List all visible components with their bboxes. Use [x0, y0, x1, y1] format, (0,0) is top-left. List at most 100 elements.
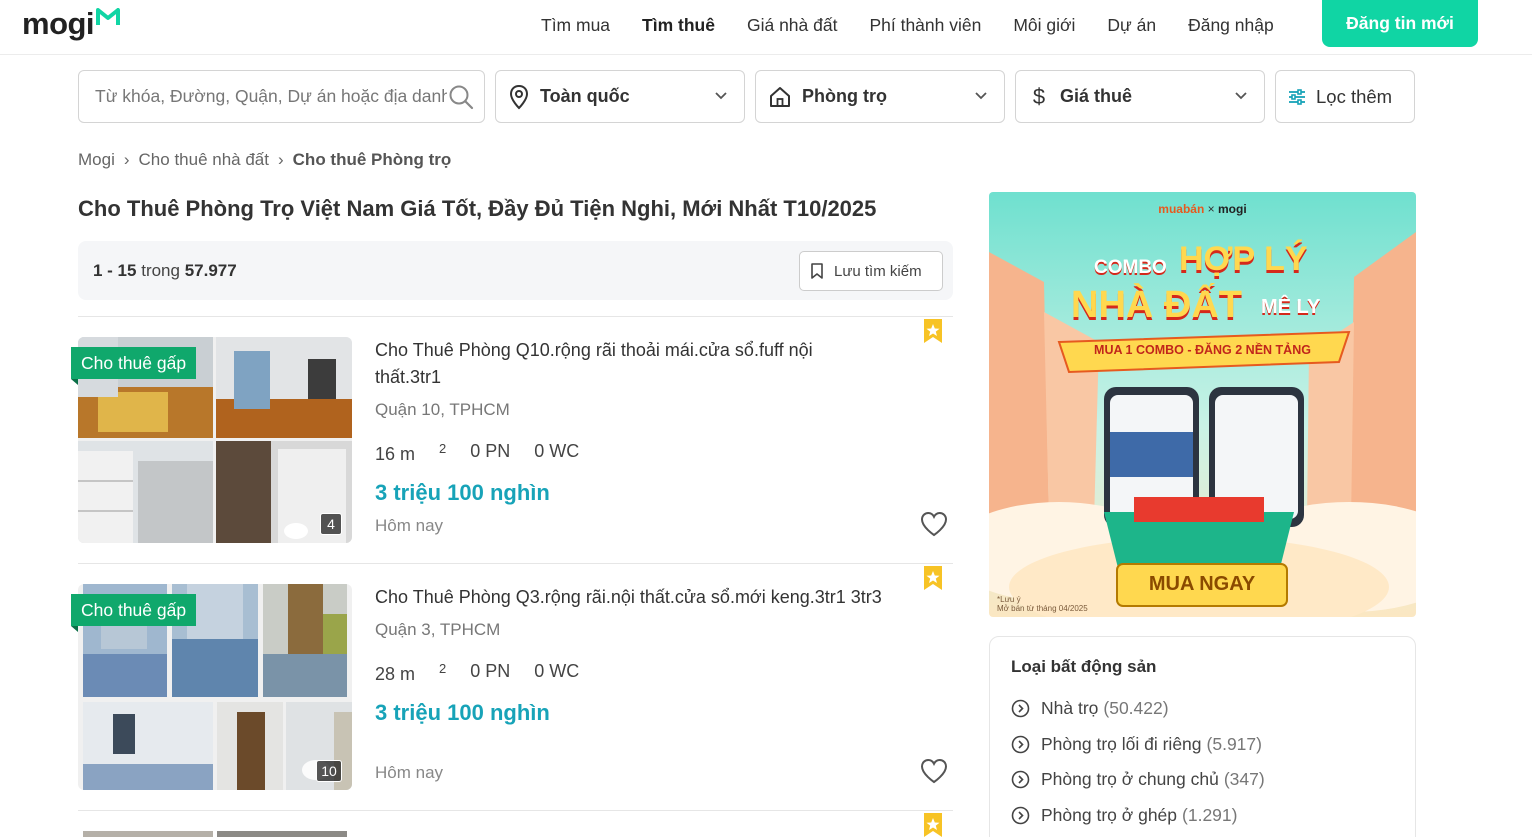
room-photo: [217, 831, 347, 837]
listing-area: 16 m2: [375, 441, 447, 464]
map-pin-icon: [509, 84, 529, 109]
house-icon: [770, 86, 790, 107]
room-photo: [83, 702, 213, 790]
divider: [78, 563, 953, 564]
sliders-icon: [1289, 88, 1305, 105]
circle-chevron-icon: [1011, 735, 1030, 754]
room-photo: [216, 337, 352, 438]
nav-dang-nhap[interactable]: Đăng nhập: [1188, 15, 1274, 36]
listing-date: Hôm nay: [375, 763, 444, 782]
property-type-item[interactable]: Phòng trọ ở chung chủ (347): [1011, 762, 1394, 798]
listing-title[interactable]: Cho Thuê Phòng Q10.rộng rãi thoải mái.cử…: [375, 337, 855, 391]
listing-specs: 28 m2 0 PN 0 WC: [375, 661, 603, 685]
circle-chevron-icon: [1011, 806, 1030, 825]
promo-nha-dat: NHÀ ĐẤT: [1071, 284, 1242, 326]
listing-card[interactable]: [78, 831, 953, 837]
promo-banner[interactable]: muabán × mogi COMBO HỢP LÝ NHÀ ĐẤT MÊ LY…: [989, 192, 1416, 617]
result-count: 1 - 15 trong 57.977: [93, 261, 237, 280]
room-photo: [78, 441, 213, 543]
property-type-item[interactable]: Phòng trọ ở ghép (1.291): [1011, 798, 1394, 834]
vip-star-icon: [924, 566, 942, 590]
price-filter-label: Giá thuê: [1060, 86, 1133, 106]
breadcrumb-cho-thue[interactable]: Cho thuê nhà đất: [139, 150, 269, 170]
post-listing-button[interactable]: Đăng tin mới: [1322, 0, 1478, 47]
property-type-panel: Loại bất động sản Nhà trọ (50.422) Phòng …: [989, 636, 1416, 837]
promo-buy-now-button[interactable]: MUA NGAY: [1117, 573, 1287, 596]
circle-chevron-icon: [1011, 699, 1030, 718]
chevron-right-icon: ›: [277, 150, 284, 169]
more-filters-label: Lọc thêm: [1316, 85, 1393, 107]
listing-area: 28 m2: [375, 661, 447, 684]
promo-note: *Lưu ý Mở bán từ tháng 04/2025: [997, 595, 1088, 613]
vip-star-icon: [924, 319, 942, 343]
chevron-down-icon: [975, 92, 987, 100]
divider: [78, 316, 953, 317]
property-type-item[interactable]: Nhà trọ (50.422): [1011, 691, 1394, 727]
listing-title[interactable]: Cho Thuê Phòng Q3.rộng rãi.nội thất.cửa …: [375, 584, 935, 611]
room-photo: [83, 831, 213, 837]
more-filters-button[interactable]: Lọc thêm: [1275, 70, 1415, 123]
nav-tim-thue[interactable]: Tìm thuê: [642, 15, 715, 36]
nav-moi-gioi[interactable]: Môi giới: [1013, 15, 1075, 36]
logo-mark-icon: [96, 8, 121, 25]
chevron-down-icon: [1235, 92, 1247, 100]
urgent-badge: Cho thuê gấp: [71, 347, 197, 385]
listing-location: Quận 10, TPHCM: [375, 400, 510, 419]
main-nav: Tìm mua Tìm thuê Giá nhà đất Phí thành v…: [541, 0, 1306, 50]
breadcrumb-current: Cho thuê Phòng trọ: [292, 150, 452, 169]
dollar-icon: $: [1032, 83, 1046, 109]
promo-me-ly: MÊ LY: [1261, 296, 1321, 318]
heart-icon[interactable]: [920, 758, 948, 784]
price-filter[interactable]: $ Giá thuê: [1015, 70, 1265, 123]
bookmark-icon: [811, 263, 823, 279]
promo-hop-ly: HỢP LÝ: [1179, 240, 1308, 278]
listing-card[interactable]: 4 Cho thuê gấp Cho Thuê Phòng Q10.rộng r…: [71, 319, 953, 547]
urgent-badge: Cho thuê gấp: [71, 594, 197, 632]
photo-count: 10: [316, 760, 342, 782]
listing-bathrooms: 0 WC: [534, 441, 580, 461]
search-input[interactable]: [95, 86, 447, 107]
photo-count: 4: [320, 513, 342, 535]
location-filter-label: Toàn quốc: [540, 86, 630, 106]
nav-tim-mua[interactable]: Tìm mua: [541, 15, 610, 36]
search-box: [78, 70, 485, 123]
location-filter[interactable]: Toàn quốc: [495, 70, 745, 123]
room-photo: [263, 584, 347, 697]
listing-price: 3 triệu 100 nghìn: [375, 700, 550, 725]
promo-brands: muabán × mogi: [1158, 202, 1247, 216]
listing-date: Hôm nay: [375, 516, 444, 535]
nav-du-an[interactable]: Dự án: [1107, 15, 1156, 36]
page-title: Cho Thuê Phòng Trọ Việt Nam Giá Tốt, Đầy…: [78, 196, 877, 221]
listing-location: Quận 3, TPHCM: [375, 620, 501, 639]
nav-gia-nha-dat[interactable]: Giá nhà đất: [747, 15, 837, 36]
search-icon[interactable]: [448, 84, 474, 110]
property-type-filter[interactable]: Phòng trọ: [755, 70, 1005, 123]
listing-specs: 16 m2 0 PN 0 WC: [375, 441, 603, 465]
breadcrumb: Mogi › Cho thuê nhà đất › Cho thuê Phòng…: [78, 150, 451, 170]
listing-bedrooms: 0 PN: [470, 441, 511, 461]
vip-star-icon: [924, 813, 942, 837]
room-photo: [217, 702, 283, 790]
property-type-filter-label: Phòng trọ: [802, 86, 887, 106]
save-search-button[interactable]: Lưu tìm kiếm: [799, 251, 943, 291]
result-bar: 1 - 15 trong 57.977 Lưu tìm kiếm: [78, 241, 953, 300]
nav-phi-thanh-vien[interactable]: Phí thành viên: [869, 15, 981, 36]
logo-text: mogi: [22, 6, 95, 41]
listing-price: 3 triệu 100 nghìn: [375, 480, 550, 505]
chevron-right-icon: ›: [123, 150, 130, 169]
site-header: mogi Tìm mua Tìm thuê Giá nhà đất Phí th…: [0, 0, 1532, 55]
save-search-label: Lưu tìm kiếm: [834, 262, 922, 280]
circle-chevron-icon: [1011, 770, 1030, 789]
heart-icon[interactable]: [920, 511, 948, 537]
listing-card[interactable]: 10 Cho thuê gấp Cho Thuê Phòng Q3.rộng r…: [71, 566, 953, 794]
mogi-logo[interactable]: mogi: [22, 6, 121, 46]
property-type-item[interactable]: Phòng trọ lối đi riêng (5.917): [1011, 727, 1394, 763]
divider: [78, 810, 953, 811]
chevron-down-icon: [715, 92, 727, 100]
listing-bathrooms: 0 WC: [534, 661, 580, 681]
listing-bedrooms: 0 PN: [470, 661, 511, 681]
breadcrumb-home[interactable]: Mogi: [78, 150, 115, 170]
promo-ribbon-text: MUA 1 COMBO - ĐĂNG 2 NỀN TẢNG: [1094, 343, 1311, 357]
promo-combo: COMBO: [1094, 257, 1167, 278]
panel-title: Loại bất động sản: [1011, 657, 1157, 676]
